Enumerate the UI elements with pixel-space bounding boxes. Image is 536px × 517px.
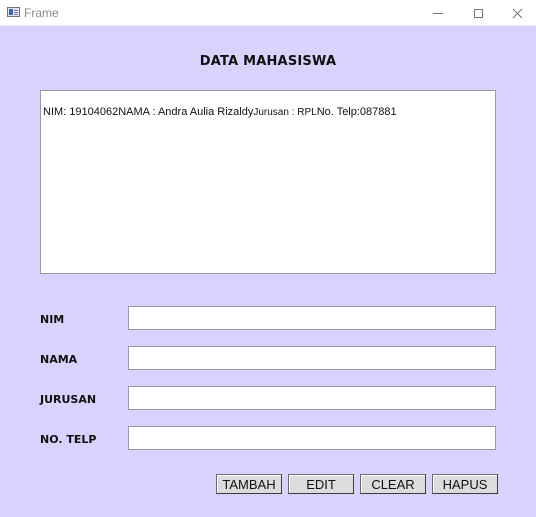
nama-field[interactable]: [128, 346, 496, 370]
clear-button[interactable]: CLEAR: [360, 474, 426, 494]
output-telp: No. Telp:087881: [316, 106, 397, 118]
jurusan-label: JURUSAN: [40, 393, 97, 406]
jurusan-field[interactable]: [128, 386, 496, 410]
close-icon: [512, 8, 523, 19]
nim-label: NIM: [40, 313, 65, 326]
output-nim: NIM: 19104062: [43, 106, 119, 118]
notelp-field[interactable]: [128, 426, 496, 450]
output-jurusan: Jurusan : RPL: [253, 107, 317, 118]
edit-button[interactable]: EDIT: [288, 474, 354, 494]
app-icon: [7, 7, 20, 17]
maximize-icon: [473, 8, 483, 18]
close-button[interactable]: [497, 0, 536, 26]
nama-label: NAMA: [40, 353, 78, 366]
page-title: DATA MAHASISWA: [199, 54, 337, 69]
minimize-icon: [433, 12, 443, 14]
minimize-button[interactable]: [418, 0, 458, 26]
output-text-area[interactable]: NIM: 19104062NAMA : Andra Aulia RizaldyJ…: [40, 90, 496, 274]
title-bar[interactable]: Frame: [0, 0, 536, 26]
form-panel: DATA MAHASISWA NIM: 19104062NAMA : Andra…: [0, 26, 536, 517]
tambah-button[interactable]: TAMBAH: [216, 474, 282, 494]
hapus-button[interactable]: HAPUS: [432, 474, 498, 494]
nim-field[interactable]: [128, 306, 496, 330]
notelp-label: NO. TELP: [40, 433, 97, 446]
output-nama: NAMA : Andra Aulia Rizaldy: [118, 106, 254, 118]
maximize-button[interactable]: [458, 0, 498, 26]
window-title: Frame: [24, 6, 59, 20]
